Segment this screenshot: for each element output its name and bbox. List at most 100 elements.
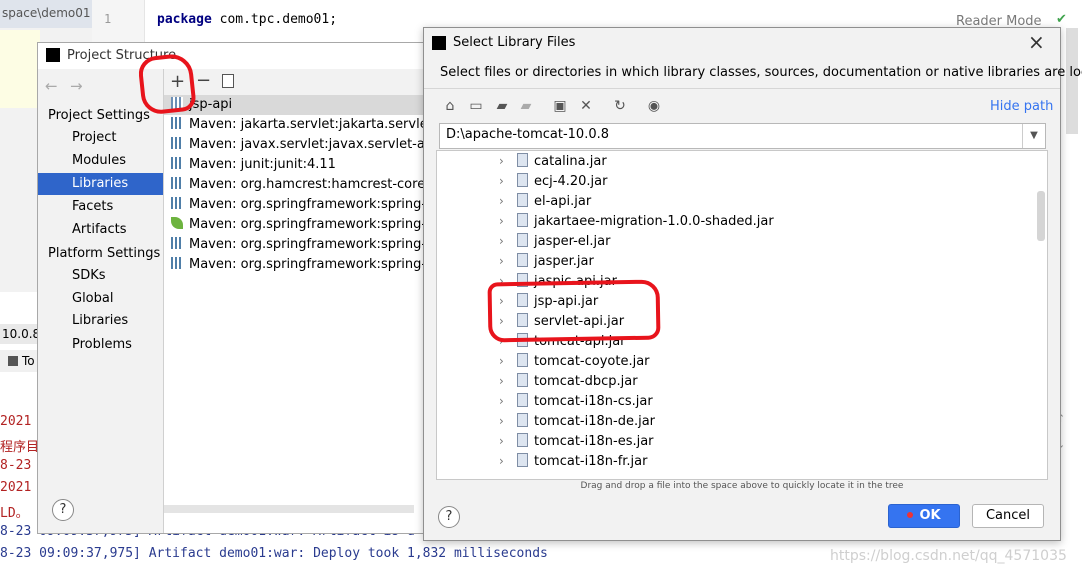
- tree-item[interactable]: › tomcat-dbcp.jar: [437, 371, 638, 391]
- intellij-logo-icon: [46, 48, 60, 62]
- highlight-annotation: [137, 52, 197, 116]
- chevron-down-icon[interactable]: ▼: [1022, 124, 1045, 148]
- chevron-right-icon[interactable]: ›: [499, 171, 509, 191]
- jar-file-icon: [517, 353, 528, 367]
- jar-file-icon: [517, 153, 528, 167]
- tree-item[interactable]: › ecj-4.20.jar: [437, 171, 607, 191]
- library-item[interactable]: Maven: jakarta.servlet:jakarta.servlet-a…: [164, 115, 426, 135]
- jar-file-icon: [517, 253, 528, 267]
- cancel-button[interactable]: Cancel: [972, 504, 1044, 528]
- remove-library-icon[interactable]: −: [196, 70, 211, 91]
- nav-item-facets[interactable]: Facets: [72, 196, 113, 218]
- project-path: space\demo01: [2, 6, 91, 20]
- chevron-right-icon[interactable]: ›: [499, 231, 509, 251]
- nav-item-problems[interactable]: Problems: [72, 334, 132, 356]
- chevron-right-icon[interactable]: ›: [499, 191, 509, 211]
- library-item[interactable]: jsp-api: [164, 95, 426, 115]
- chevron-right-icon[interactable]: ›: [499, 151, 509, 171]
- dialog-description: Select files or directories in which lib…: [440, 65, 1082, 80]
- maven-library-icon: [171, 137, 183, 149]
- copy-library-icon[interactable]: [222, 74, 234, 88]
- console-line: 8-23: [0, 458, 32, 473]
- tree-item[interactable]: › catalina.jar: [437, 151, 607, 171]
- tool-tab[interactable]: To: [0, 350, 40, 372]
- nav-item-project[interactable]: Project: [72, 127, 116, 149]
- library-item[interactable]: Maven: javax.servlet:javax.servlet-api:4…: [164, 135, 426, 155]
- nav-item-artifacts[interactable]: Artifacts: [72, 219, 127, 241]
- jar-file-icon: [517, 193, 528, 207]
- project-structure-nav: ← → Project Settings Project Modules Lib…: [38, 69, 164, 533]
- libraries-list: + − jsp-api Maven: jakarta.servlet:jakar…: [164, 69, 426, 533]
- tree-item[interactable]: › jasper-el.jar: [437, 231, 610, 251]
- library-item[interactable]: Maven: org.springframework:spring-cor: [164, 215, 426, 235]
- show-hidden-icon[interactable]: ◉: [644, 96, 664, 116]
- tree-item[interactable]: › el-api.jar: [437, 191, 591, 211]
- chevron-right-icon[interactable]: ›: [499, 371, 509, 391]
- chevron-right-icon[interactable]: ›: [499, 391, 509, 411]
- chevron-right-icon[interactable]: ›: [499, 411, 509, 431]
- editor-scrollbar[interactable]: [1066, 28, 1078, 134]
- console-line: 2021: [0, 414, 32, 429]
- project-panel-highlight: [0, 30, 40, 108]
- path-field[interactable]: D:\apache-tomcat-10.0.8 ▼: [439, 123, 1046, 149]
- home-icon[interactable]: ⌂: [440, 96, 460, 116]
- maven-library-icon: [171, 257, 183, 269]
- tree-item[interactable]: › jakartaee-migration-1.0.0-shaded.jar: [437, 211, 774, 231]
- nav-item-global-libraries[interactable]: Global Libraries: [72, 288, 163, 328]
- ok-button[interactable]: OK: [888, 504, 960, 528]
- tree-item[interactable]: › tomcat-coyote.jar: [437, 351, 650, 371]
- back-arrow-icon[interactable]: ←: [45, 77, 58, 95]
- tree-item[interactable]: › tomcat-i18n-es.jar: [437, 431, 654, 451]
- delete-icon[interactable]: ✕: [576, 96, 596, 116]
- chevron-right-icon[interactable]: ›: [499, 251, 509, 271]
- maven-library-icon: [171, 157, 183, 169]
- library-item[interactable]: Maven: org.springframework:spring-web: [164, 255, 426, 275]
- maven-library-icon: [171, 177, 183, 189]
- library-item[interactable]: Maven: org.hamcrest:hamcrest-core:1.3: [164, 175, 426, 195]
- library-item[interactable]: Maven: junit:junit:4.11: [164, 155, 426, 175]
- nav-section-platform-settings: Platform Settings: [48, 246, 161, 261]
- tree-item[interactable]: › jasper.jar: [437, 251, 594, 271]
- tree-item[interactable]: › tomcat-i18n-fr.jar: [437, 451, 647, 471]
- chevron-right-icon[interactable]: ›: [499, 211, 509, 231]
- console-line: 2021: [0, 480, 32, 495]
- code-text: com.tpc.demo01;: [211, 12, 338, 27]
- chevron-right-icon[interactable]: ›: [499, 351, 509, 371]
- jar-file-icon: [517, 433, 528, 447]
- tree-item[interactable]: › tomcat-i18n-cs.jar: [437, 391, 653, 411]
- refresh-icon[interactable]: ↻: [610, 96, 630, 116]
- check-icon: ✔: [1056, 12, 1067, 27]
- nav-item-sdks[interactable]: SDKs: [72, 265, 106, 287]
- tree-scrollbar[interactable]: [1037, 191, 1045, 241]
- console-line: LD。: [0, 506, 29, 521]
- maven-library-icon: [171, 237, 183, 249]
- jar-file-icon: [517, 233, 528, 247]
- module-folder-icon[interactable]: ▰: [516, 96, 536, 116]
- nav-item-libraries[interactable]: Libraries: [38, 173, 163, 195]
- desktop-icon[interactable]: ▭: [466, 96, 486, 116]
- nav-item-modules[interactable]: Modules: [72, 150, 126, 172]
- jar-file-icon: [517, 173, 528, 187]
- hide-path-link[interactable]: Hide path: [990, 99, 1053, 114]
- chevron-right-icon[interactable]: ›: [499, 431, 509, 451]
- path-value: D:\apache-tomcat-10.0.8: [446, 127, 609, 142]
- project-folder-icon[interactable]: ▰: [492, 96, 512, 116]
- tree-item[interactable]: › tomcat-i18n-de.jar: [437, 411, 655, 431]
- maven-library-icon: [171, 197, 183, 209]
- forward-arrow-icon[interactable]: →: [70, 77, 83, 95]
- spring-leaf-icon: [171, 217, 183, 229]
- help-button[interactable]: ?: [52, 499, 74, 521]
- chevron-right-icon[interactable]: ›: [499, 451, 509, 471]
- console-line: 程序目: [0, 440, 40, 455]
- record-dot-icon: [907, 512, 914, 518]
- close-icon[interactable]: ×: [1028, 30, 1045, 54]
- horizontal-scrollbar[interactable]: [164, 505, 414, 513]
- new-folder-icon[interactable]: ▣: [550, 96, 570, 116]
- code-line[interactable]: package com.tpc.demo01;: [157, 12, 337, 27]
- library-item[interactable]: Maven: org.springframework:spring-jcl:5: [164, 235, 426, 255]
- project-path-bar: space\demo01: [0, 0, 92, 28]
- jar-file-icon: [517, 413, 528, 427]
- project-structure-dialog: Project Structure ← → Project Settings P…: [37, 42, 427, 534]
- library-item[interactable]: Maven: org.springframework:spring-bea: [164, 195, 426, 215]
- help-button[interactable]: ?: [438, 506, 460, 528]
